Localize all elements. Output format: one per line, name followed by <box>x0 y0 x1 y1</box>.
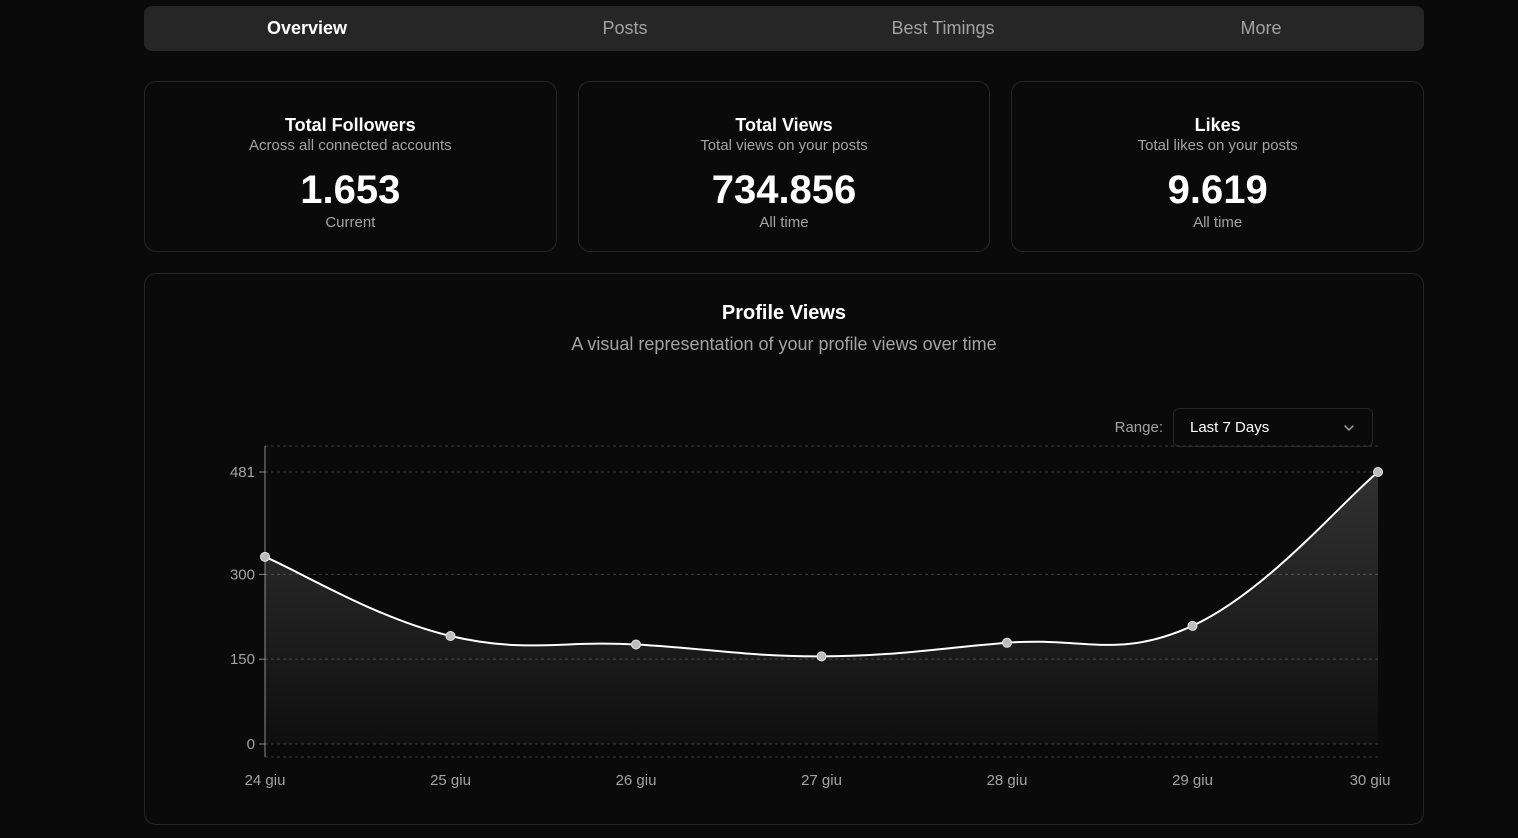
y-tick-label: 481 <box>230 464 255 481</box>
profile-views-card: Profile Views A visual representation of… <box>144 273 1424 825</box>
x-tick-label: 24 giu <box>245 772 286 789</box>
tab-bar: Overview Posts Best Timings More <box>144 6 1424 51</box>
y-tick-label: 150 <box>230 651 255 668</box>
profile-views-chart: 0 150 300 481 24 giu 25 giu 26 giu 27 giu 28 giu… <box>230 445 1391 789</box>
followers-card: Total Followers Across all connected acc… <box>144 81 557 252</box>
x-tick-label: 29 giu <box>1172 772 1213 789</box>
card-footer: All time <box>1193 214 1243 231</box>
tab-best-timings[interactable]: Best Timings <box>784 6 1102 51</box>
x-tick-label: 27 giu <box>801 772 842 789</box>
data-point <box>1373 467 1383 477</box>
card-subtitle: Total views on your posts <box>700 137 868 154</box>
card-title: Total Followers <box>284 115 416 135</box>
tab-posts[interactable]: Posts <box>466 6 784 51</box>
y-tick-label: 0 <box>247 736 255 753</box>
card-footer: Current <box>325 214 376 231</box>
dashboard: Overview Posts Best Timings More Total F… <box>144 6 1425 825</box>
y-tick-label: 300 <box>230 566 255 583</box>
series-area <box>265 472 1378 744</box>
data-point <box>816 651 827 662</box>
card-value: 734.856 <box>711 168 857 212</box>
card-title: Total Views <box>735 115 833 135</box>
y-axis-ticks: 0 150 300 481 <box>230 464 265 753</box>
data-point <box>1002 637 1012 648</box>
data-point <box>260 551 270 562</box>
tab-overview[interactable]: Overview <box>148 6 466 51</box>
x-axis-labels: 24 giu 25 giu 26 giu 27 giu 28 giu 29 giu 30 g… <box>245 772 1391 789</box>
x-tick-label: 26 giu <box>616 772 657 789</box>
card-footer: All time <box>759 214 809 231</box>
x-tick-label: 28 giu <box>987 772 1028 789</box>
tab-more[interactable]: More <box>1102 6 1420 51</box>
likes-card: Likes Total likes on your posts 9.619 Al… <box>1011 81 1425 252</box>
data-point <box>445 630 456 641</box>
x-tick-label: 30 giu <box>1350 772 1391 789</box>
card-value: 1.653 <box>300 168 401 212</box>
data-point <box>1187 620 1198 631</box>
x-tick-label: 25 giu <box>430 772 471 789</box>
card-subtitle: Across all connected accounts <box>249 137 452 154</box>
card-title: Likes <box>1194 115 1241 135</box>
card-value: 9.619 <box>1167 168 1268 212</box>
stat-cards: Total Followers Across all connected acc… <box>144 81 1425 252</box>
data-point <box>631 639 641 650</box>
views-card: Total Views Total views on your posts 73… <box>577 81 991 252</box>
card-subtitle: Total likes on your posts <box>1137 137 1298 154</box>
